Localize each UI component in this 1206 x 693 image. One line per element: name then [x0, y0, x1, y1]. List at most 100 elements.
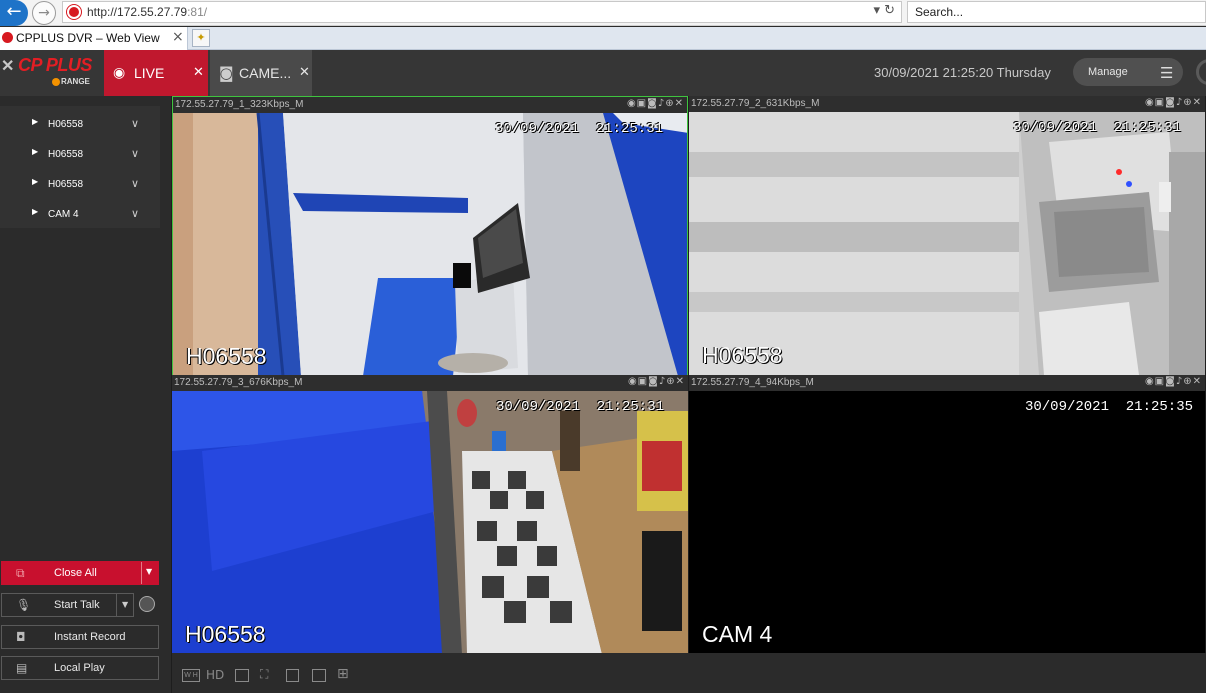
pane-tools[interactable]: ◉▣◙♪⊕✕ [1145, 97, 1202, 108]
record-icon[interactable]: ▣ [1155, 97, 1165, 108]
video-timestamp: 30/09/2021 21:25:31 [1012, 120, 1181, 136]
device-tree-item[interactable]: ▶ CAM 4 ∨ [0, 198, 160, 228]
hd-button[interactable]: HD [206, 668, 224, 682]
menu-icon: ☰ [1160, 64, 1174, 82]
tab-live[interactable]: ◉ LIVE ✕ [104, 50, 208, 96]
expand-arrow-icon[interactable]: ▶ [32, 147, 38, 156]
pane-title: 172.55.27.79_4_94Kbps_M [691, 377, 814, 388]
expand-arrow-icon[interactable]: ▶ [32, 117, 38, 126]
pane-tools[interactable]: ◉▣◙♪⊕✕ [628, 376, 685, 387]
close-all-button[interactable]: ⧉ Close All ▼ [1, 561, 159, 585]
tab-camera-close-icon[interactable]: ✕ [299, 65, 310, 80]
video-feed: 30/09/2021 21:25:31 H06558 [173, 113, 687, 376]
video-pane-3[interactable]: 172.55.27.79_3_676Kbps_M ◉▣◙♪⊕✕ 30/09/20… [172, 375, 688, 654]
device-label: H06558 [48, 149, 84, 160]
pane-titlebar: 172.55.27.79_2_631Kbps_M ◉▣◙♪⊕✕ [689, 96, 1205, 112]
snapshot-icon[interactable]: ◙ [1165, 97, 1176, 108]
pane-tools[interactable]: ◉▣◙♪⊕✕ [1145, 376, 1202, 387]
eye-icon[interactable]: ◉ [628, 376, 638, 387]
fullscreen-icon[interactable]: ⛶ [260, 667, 268, 682]
bottom-toolbar: W H HD ⛶ ⊞ [172, 653, 1206, 693]
chevron-down-icon[interactable]: ∨ [131, 177, 139, 190]
device-tree-item[interactable]: ▶ H06558 ∨ [0, 168, 160, 198]
tab-live-close-icon[interactable]: ✕ [193, 65, 204, 80]
local-play-button[interactable]: ▤ Local Play [1, 656, 159, 680]
screen-ratio-icon[interactable] [235, 669, 249, 682]
close-icon[interactable]: ✕ [1193, 97, 1202, 108]
zoom-icon[interactable]: ⊕ [1183, 376, 1192, 387]
browser-tab-bar: CPPLUS DVR – Web View × ✦ [0, 27, 1206, 50]
url-field[interactable]: http://172.55.27.79:81/ ▾ ↻ [62, 1, 902, 23]
pane-tools[interactable]: ◉▣◙♪⊕✕ [627, 98, 684, 109]
browser-search-input[interactable]: Search... [907, 1, 1206, 23]
camera-icon: ◙ [219, 64, 234, 82]
tab-close-icon[interactable]: × [172, 29, 184, 45]
device-tree-item[interactable]: ▶ H06558 ∨ [0, 138, 160, 168]
chevron-down-icon[interactable]: ∨ [131, 147, 139, 160]
microphone-icon: 🎙 [16, 598, 32, 612]
video-timestamp: 30/09/2021 21:25:31 [495, 399, 664, 415]
tab-title: CPPLUS DVR – Web View [16, 31, 160, 45]
one-window-icon[interactable] [286, 669, 299, 682]
pane-titlebar: 172.55.27.79_1_323Kbps_M ◉▣◙♪⊕✕ [173, 97, 687, 113]
manage-label: Manage [1088, 66, 1128, 78]
eye-icon[interactable]: ◉ [1145, 97, 1155, 108]
stream-type-button[interactable]: W H [182, 669, 200, 682]
forward-arrow-icon[interactable]: → [32, 1, 56, 25]
url-host: http://172.55.27.79 [87, 5, 188, 19]
pane-titlebar: 172.55.27.79_4_94Kbps_M ◉▣◙♪⊕✕ [689, 375, 1205, 391]
manage-button[interactable]: Manage ☰ [1073, 58, 1183, 86]
camera-name-overlay: H06558 [702, 342, 783, 368]
snapshot-icon[interactable]: ◙ [1165, 376, 1176, 387]
close-icon[interactable]: ✕ [1193, 376, 1202, 387]
app-header: ✕ CP PLUS RANGE ◉ LIVE ✕ ◙ CAME... ✕ 30/… [0, 50, 1206, 96]
zoom-icon[interactable]: ⊕ [1183, 97, 1192, 108]
start-talk-button[interactable]: 🎙 Start Talk ▼ [1, 593, 134, 617]
tab-live-label: LIVE [134, 65, 165, 81]
tab-camera[interactable]: ◙ CAME... ✕ [210, 50, 312, 96]
video-timestamp: 30/09/2021 21:25:35 [1024, 399, 1193, 415]
eye-icon[interactable]: ◉ [1145, 376, 1155, 387]
zoom-icon[interactable]: ⊕ [665, 98, 674, 109]
expand-arrow-icon[interactable]: ▶ [32, 207, 38, 216]
eye-icon[interactable]: ◉ [627, 98, 637, 109]
close-icon[interactable]: ✕ [675, 98, 684, 109]
camera-name-overlay: CAM 4 [702, 621, 773, 647]
instant-record-button[interactable]: ◘ Instant Record [1, 625, 159, 649]
pane-titlebar: 172.55.27.79_3_676Kbps_M ◉▣◙♪⊕✕ [172, 375, 688, 391]
video-feed: 30/09/2021 21:25:31 H06558 [172, 391, 688, 654]
single-view-icon[interactable] [312, 669, 326, 682]
snapshot-icon[interactable]: ◙ [648, 376, 659, 387]
logo-text: CP PLUS [18, 55, 92, 75]
dropdown-arrow-icon[interactable]: ▼ [122, 600, 128, 609]
video-pane-1[interactable]: 172.55.27.79_1_323Kbps_M ◉▣◙♪⊕✕ 30/09/20… [172, 96, 688, 376]
record-icon[interactable]: ▣ [638, 376, 648, 387]
user-icon[interactable] [1196, 59, 1206, 85]
record-icon[interactable]: ▣ [1155, 376, 1165, 387]
browser-tab[interactable]: CPPLUS DVR – Web View × [0, 27, 188, 50]
chevron-down-icon[interactable]: ∨ [131, 117, 139, 130]
refresh-icon[interactable]: ▾ ↻ [873, 3, 895, 18]
zoom-icon[interactable]: ⊕ [666, 376, 675, 387]
snapshot-icon[interactable]: ◙ [647, 98, 658, 109]
start-talk-label: Start Talk [54, 599, 100, 611]
new-tab-button[interactable]: ✦ [192, 29, 210, 47]
record-icon[interactable]: ▣ [637, 98, 647, 109]
back-arrow-icon[interactable]: ← [0, 0, 28, 26]
logo-sub: RANGE [52, 77, 90, 86]
video-pane-4[interactable]: 172.55.27.79_4_94Kbps_M ◉▣◙♪⊕✕ 30/09/202… [689, 375, 1205, 654]
grid-view-icon[interactable]: ⊞ [337, 666, 349, 682]
video-frame [689, 112, 1205, 375]
device-label: H06558 [48, 119, 84, 130]
browser-address-bar: ← → http://172.55.27.79:81/ ▾ ↻ Search..… [0, 0, 1206, 26]
camera-name-overlay: H06558 [185, 621, 266, 647]
video-record-icon: ◘ [16, 630, 26, 644]
device-tree-item[interactable]: ▶ H06558 ∨ [0, 108, 160, 138]
pane-title: 172.55.27.79_1_323Kbps_M [175, 99, 304, 110]
expand-arrow-icon[interactable]: ▶ [32, 177, 38, 186]
video-pane-2[interactable]: 172.55.27.79_2_631Kbps_M ◉▣◙♪⊕✕ 30/09/20… [689, 96, 1205, 375]
dropdown-arrow-icon[interactable]: ▼ [146, 567, 152, 576]
chevron-down-icon[interactable]: ∨ [131, 207, 139, 220]
orange-dot-icon [52, 77, 60, 86]
close-icon[interactable]: ✕ [676, 376, 685, 387]
